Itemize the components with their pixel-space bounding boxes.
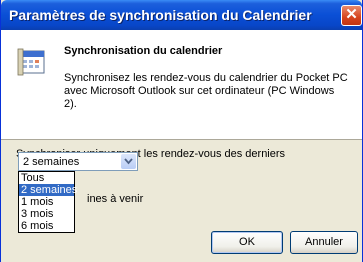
- sync-range-combobox[interactable]: 2 semaines: [18, 152, 138, 171]
- cancel-button[interactable]: Annuler: [290, 231, 358, 254]
- close-icon: ✕: [345, 6, 358, 23]
- sync-settings-dialog: Paramètres de synchronisation du Calendr…: [0, 0, 363, 262]
- option-1-mois[interactable]: 1 mois: [19, 196, 74, 208]
- option-3-mois[interactable]: 3 mois: [19, 208, 74, 220]
- option-6-mois[interactable]: 6 mois: [19, 220, 74, 232]
- chevron-down-icon: [124, 158, 133, 165]
- option-tous[interactable]: Tous: [19, 172, 74, 184]
- ok-button[interactable]: OK: [211, 231, 283, 254]
- sync-range-dropdown-list: Tous 2 semaines 1 mois 3 mois 6 mois: [18, 171, 77, 233]
- window-title: Paramètres de synchronisation du Calendr…: [9, 7, 312, 23]
- future-weeks-label: ines à venir: [87, 193, 144, 205]
- combobox-value: 2 semaines: [23, 156, 80, 168]
- title-bar[interactable]: Paramètres de synchronisation du Calendr…: [1, 0, 362, 30]
- header-description: Synchronisez les rendez-vous du calendri…: [64, 72, 348, 110]
- calendar-icon: [17, 48, 45, 76]
- option-2-semaines[interactable]: 2 semaines: [19, 184, 77, 196]
- close-button[interactable]: ✕: [341, 5, 362, 26]
- header-title: Synchronisation du calendrier: [64, 45, 223, 57]
- dropdown-button[interactable]: [121, 154, 136, 169]
